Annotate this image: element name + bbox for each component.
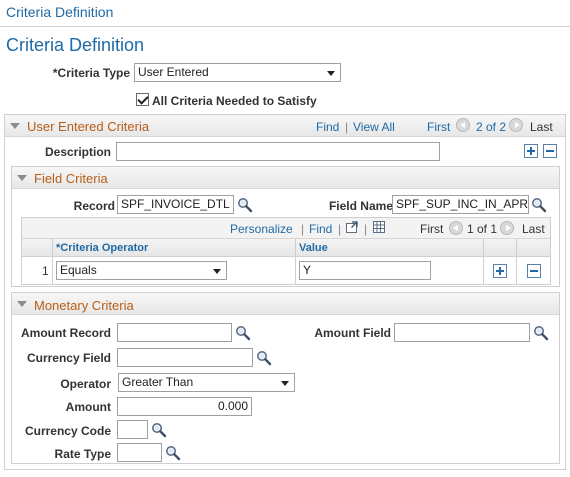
add-row-icon[interactable] bbox=[524, 144, 538, 158]
download-icon[interactable] bbox=[372, 220, 386, 234]
user-entered-criteria-panel: User Entered Criteria Find | View All Fi… bbox=[4, 114, 566, 470]
next-icon[interactable] bbox=[500, 221, 514, 235]
first-link[interactable]: First bbox=[427, 120, 450, 134]
find-link[interactable]: Find bbox=[316, 120, 339, 134]
grid-divider bbox=[52, 239, 53, 284]
row-range: 2 of 2 bbox=[476, 120, 507, 134]
delete-row-icon[interactable] bbox=[527, 264, 541, 278]
user-entered-criteria-title: User Entered Criteria bbox=[27, 119, 150, 134]
previous-icon[interactable] bbox=[456, 118, 470, 132]
currency-code-input[interactable] bbox=[117, 420, 148, 439]
collapse-arrow-icon[interactable] bbox=[17, 175, 27, 181]
criteria-grid: Personalize | Find | | First 1 of 1 Last… bbox=[21, 217, 551, 285]
table-row: 1 Equals Y bbox=[22, 257, 550, 284]
previous-icon[interactable] bbox=[449, 221, 463, 235]
currency-code-label: Currency Code bbox=[24, 424, 111, 438]
lookup-icon[interactable] bbox=[533, 325, 549, 341]
separator: | bbox=[301, 222, 305, 236]
field-criteria-panel: Field Criteria Record SPF_INVOICE_DTL Fi… bbox=[11, 166, 560, 287]
lookup-icon[interactable] bbox=[151, 422, 167, 438]
operator-value: Greater Than bbox=[122, 375, 194, 389]
grid-row-range: 1 of 1 bbox=[467, 222, 498, 236]
row-number: 1 bbox=[42, 264, 49, 278]
grid-find-link[interactable]: Find bbox=[309, 222, 332, 236]
next-icon[interactable] bbox=[509, 118, 523, 132]
breadcrumb: Criteria Definition bbox=[6, 4, 114, 20]
rate-type-label: Rate Type bbox=[54, 447, 111, 461]
monetary-criteria-title: Monetary Criteria bbox=[34, 298, 134, 313]
description-input[interactable] bbox=[116, 142, 440, 161]
grid-divider bbox=[516, 239, 517, 284]
grid-divider bbox=[483, 239, 484, 284]
record-label: Record bbox=[73, 199, 115, 213]
field-name-input[interactable]: SPF_SUP_INC_IN_APR bbox=[392, 195, 529, 214]
field-criteria-header: Field Criteria bbox=[12, 167, 559, 189]
user-entered-criteria-header: User Entered Criteria Find | View All Fi… bbox=[5, 115, 565, 137]
lookup-icon[interactable] bbox=[237, 197, 253, 213]
chevron-down-icon bbox=[213, 269, 221, 274]
separator: | bbox=[345, 120, 349, 134]
criteria-type-select[interactable]: User Entered bbox=[134, 63, 341, 82]
collapse-arrow-icon[interactable] bbox=[17, 301, 27, 307]
field-criteria-title: Field Criteria bbox=[34, 171, 108, 186]
collapse-arrow-icon[interactable] bbox=[10, 123, 20, 129]
personalize-link[interactable]: Personalize bbox=[230, 222, 293, 236]
add-row-icon[interactable] bbox=[493, 264, 507, 278]
lookup-icon[interactable] bbox=[256, 350, 272, 366]
separator: | bbox=[364, 222, 368, 236]
grid-last-label: Last bbox=[522, 222, 545, 236]
currency-field-input[interactable] bbox=[117, 348, 253, 367]
amount-record-label: Amount Record bbox=[21, 326, 111, 340]
all-criteria-checkbox[interactable] bbox=[136, 93, 149, 106]
all-criteria-label: All Criteria Needed to Satisfy bbox=[152, 94, 317, 108]
amount-field-input[interactable] bbox=[394, 323, 530, 342]
separator: | bbox=[338, 222, 342, 236]
lookup-icon[interactable] bbox=[165, 445, 181, 461]
grid-nav-bar: Personalize | Find | | First 1 of 1 Last bbox=[22, 218, 550, 239]
chevron-down-icon bbox=[327, 71, 335, 76]
criteria-type-label: *Criteria Type bbox=[52, 66, 130, 80]
criteria-operator-column-header: *Criteria Operator bbox=[56, 242, 149, 254]
value-column-header: Value bbox=[299, 242, 328, 254]
criteria-operator-value: Equals bbox=[60, 263, 97, 277]
grid-divider bbox=[295, 239, 296, 284]
operator-label: Operator bbox=[60, 377, 111, 391]
page-title: Criteria Definition bbox=[6, 35, 145, 55]
description-label: Description bbox=[44, 145, 111, 159]
value-input[interactable]: Y bbox=[299, 261, 431, 280]
delete-row-icon[interactable] bbox=[543, 144, 557, 158]
last-label: Last bbox=[530, 120, 553, 134]
grid-first-label: First bbox=[420, 222, 444, 236]
record-input[interactable]: SPF_INVOICE_DTL bbox=[117, 195, 234, 214]
operator-select[interactable]: Greater Than bbox=[118, 373, 295, 392]
rate-type-input[interactable] bbox=[117, 443, 162, 462]
criteria-type-value: User Entered bbox=[138, 65, 209, 79]
lookup-icon[interactable] bbox=[235, 325, 251, 341]
field-name-label: Field Name bbox=[328, 199, 393, 213]
monetary-criteria-header: Monetary Criteria bbox=[12, 293, 559, 315]
chevron-down-icon bbox=[281, 381, 289, 386]
monetary-criteria-panel: Monetary Criteria Amount Record Amount F… bbox=[11, 292, 560, 464]
view-all-icon[interactable] bbox=[345, 220, 359, 234]
grid-header-row: *Criteria Operator Value bbox=[22, 239, 550, 257]
currency-field-label: Currency Field bbox=[26, 351, 111, 365]
lookup-icon[interactable] bbox=[531, 197, 547, 213]
criteria-operator-select[interactable]: Equals bbox=[56, 261, 227, 280]
amount-label: Amount bbox=[65, 400, 111, 414]
header-divider bbox=[0, 26, 570, 27]
view-all-link[interactable]: View All bbox=[353, 120, 395, 134]
amount-input[interactable]: 0.000 bbox=[117, 397, 252, 416]
amount-field-label: Amount Field bbox=[314, 326, 391, 340]
amount-record-input[interactable] bbox=[117, 323, 232, 342]
